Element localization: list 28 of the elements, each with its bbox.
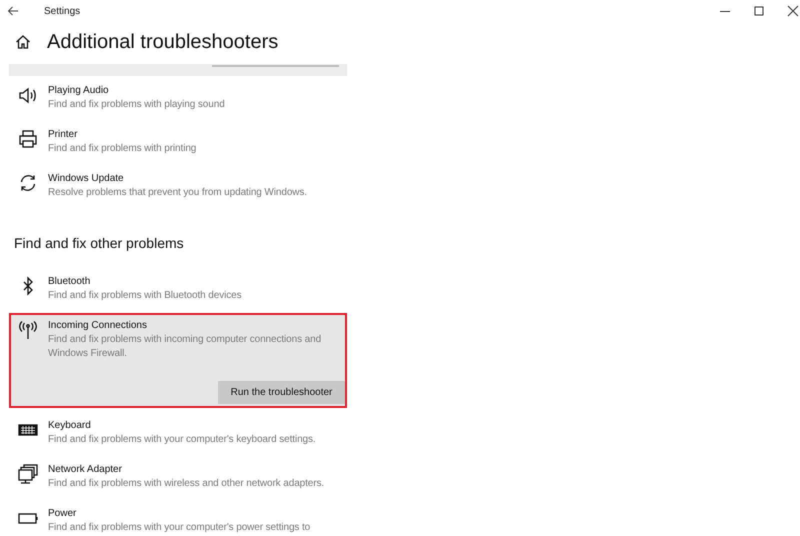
item-title[interactable]: Playing Audio [48, 84, 345, 98]
item-description: Find and fix problems with your computer's keyboard settings. [48, 433, 317, 447]
item-title[interactable]: Network Adapter [48, 463, 345, 477]
item-description: Find and fix problems with your computer's power settings to [48, 521, 312, 535]
item-description: Find and fix problems with playing sound [48, 98, 226, 112]
antenna-icon [18, 320, 38, 340]
item-description: Find and fix problems with Bluetooth devices [48, 289, 242, 303]
item-title: Incoming Connections [48, 319, 148, 333]
section-heading: Find and fix other problems [14, 234, 185, 252]
item-description: Find and fix problems with printing [48, 142, 198, 156]
selected-item[interactable]: Incoming Connections Find and fix problems with incoming computer connections and Windows Firewall. Run the troubleshooter [9, 313, 347, 408]
home-icon[interactable] [15, 34, 31, 50]
item-title[interactable]: Bluetooth [48, 275, 345, 289]
refresh-icon [18, 173, 38, 193]
item-description: Find and fix problems with incoming computer connections and Windows Firewall. [48, 333, 322, 361]
item-description: Find and fix problems with wireless and other network adapters. [48, 477, 326, 491]
back-icon[interactable] [7, 6, 19, 16]
item-title[interactable]: Windows Update [48, 172, 345, 186]
window-title: Settings [44, 6, 80, 16]
item-description: Resolve problems that prevent you from updating Windows. [48, 186, 308, 200]
speaker-icon [18, 85, 38, 105]
run-button[interactable]: Run the troubleshooter [218, 381, 345, 404]
page-title: Additional troubleshooters [47, 30, 278, 54]
printer-icon [18, 129, 38, 149]
computer-icon [18, 464, 38, 484]
item-title[interactable]: Keyboard [48, 419, 345, 433]
item-title[interactable]: Printer [48, 128, 345, 142]
item-title[interactable]: Power [48, 507, 345, 521]
